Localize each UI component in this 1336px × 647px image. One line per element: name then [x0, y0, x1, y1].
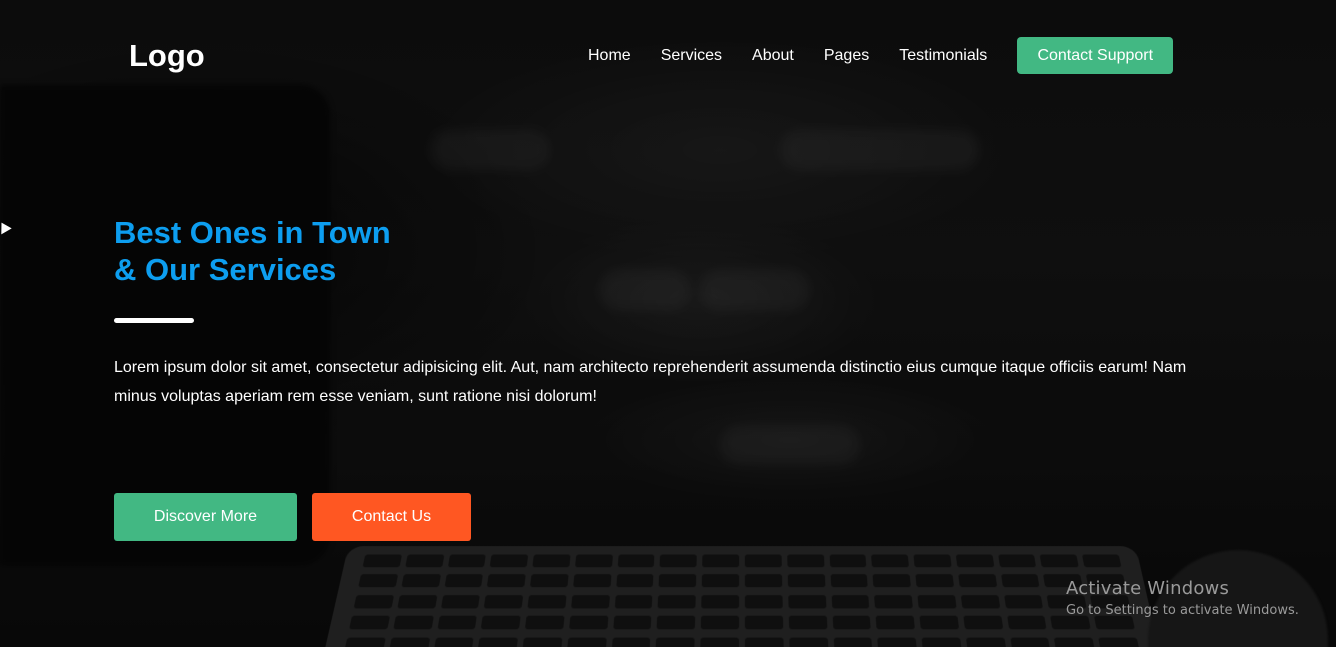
- watermark-title: Activate Windows: [1066, 578, 1230, 599]
- contact-support-button[interactable]: Contact Support: [1017, 37, 1174, 74]
- nav-link-pages[interactable]: Pages: [824, 47, 869, 65]
- contact-us-button[interactable]: Contact Us: [312, 493, 471, 541]
- watermark-subtitle: Go to Settings to activate Windows.: [1066, 603, 1299, 618]
- hero-description: Lorem ipsum dolor sit amet, consectetur …: [114, 359, 1187, 405]
- hero-title: Best Ones in Town & Our Services: [114, 214, 391, 288]
- hero-background-image: [0, 0, 1336, 647]
- nav-link-services[interactable]: Services: [661, 47, 722, 65]
- title-divider: [114, 318, 194, 323]
- hero-title-line-2: & Our Services: [114, 252, 337, 287]
- site-logo[interactable]: Logo: [129, 38, 205, 74]
- nav-link-home[interactable]: Home: [588, 47, 631, 65]
- nav-link-about[interactable]: About: [752, 47, 794, 65]
- nav-link-testimonials[interactable]: Testimonials: [899, 47, 987, 65]
- hero-title-line-1: Best Ones in Town: [114, 215, 391, 250]
- activate-windows-watermark: Activate Windows Go to Settings to activ…: [1066, 578, 1299, 618]
- main-nav: Home Services About Pages Testimonials C…: [588, 37, 1174, 74]
- discover-more-button[interactable]: Discover More: [114, 493, 297, 541]
